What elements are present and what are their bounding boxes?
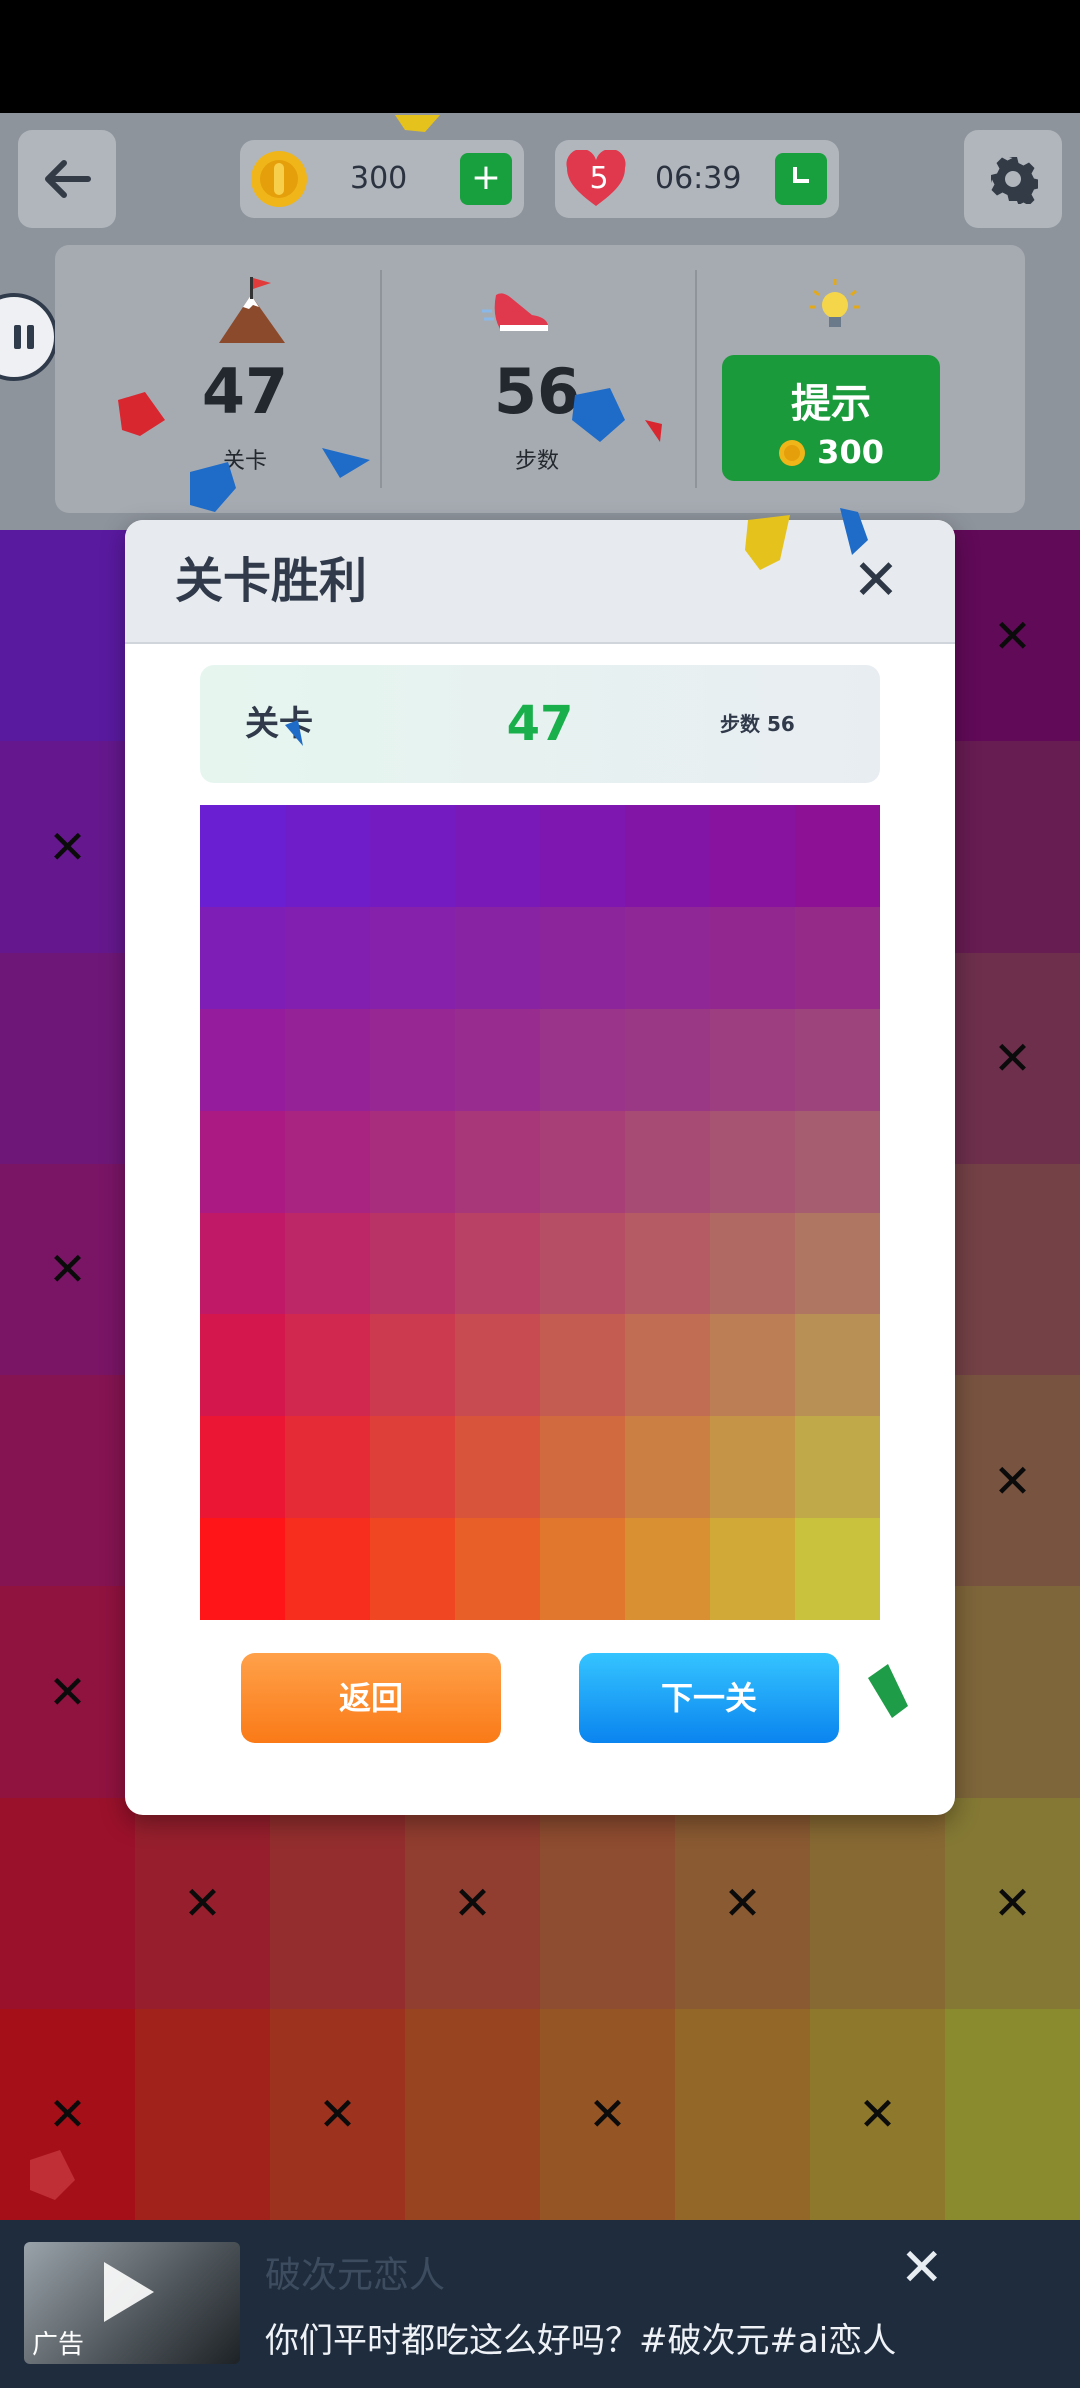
play-icon [104,2262,154,2322]
confetti [30,115,975,2388]
close-icon: ✕ [900,2238,944,2298]
ad-banner[interactable]: 广告 破次元恋人 你们平时都吃这么好吗？#破次元#ai恋人 ✕ [0,2220,1080,2388]
ad-close-button[interactable]: ✕ [900,2242,944,2294]
ad-title: 破次元恋人 [265,2255,446,2296]
ad-thumbnail[interactable]: 广告 [24,2242,240,2364]
ad-tag: 广告 [32,2330,85,2360]
ad-description: 你们平时都吃这么好吗？#破次元#ai恋人 [265,2321,897,2361]
